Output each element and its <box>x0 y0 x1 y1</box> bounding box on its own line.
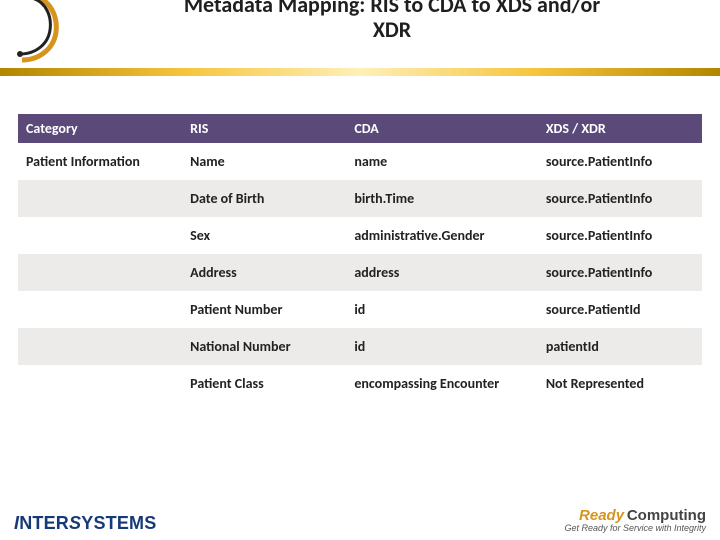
cell-xds: source.PatientId <box>538 291 702 328</box>
cell-ris: Address <box>182 254 346 291</box>
th-xds: XDS / XDR <box>538 114 702 143</box>
cell-category <box>18 291 182 328</box>
mapping-table: Category RIS CDA XDS / XDR Patient Infor… <box>18 114 702 402</box>
footer-left-brand: INTERSYSTEMS <box>14 513 156 534</box>
th-ris: RIS <box>182 114 346 143</box>
cell-cda: encompassing Encounter <box>346 365 538 402</box>
footer-right-tagline: Get Ready for Service with Integrity <box>564 524 706 534</box>
cell-xds: source.PatientInfo <box>538 217 702 254</box>
cell-category <box>18 328 182 365</box>
cell-category <box>18 217 182 254</box>
table-row: National NumberidpatientId <box>18 328 702 365</box>
cell-cda: id <box>346 291 538 328</box>
cell-ris: Date of Birth <box>182 180 346 217</box>
slide-footer: INTERSYSTEMS Ready Computing Get Ready f… <box>0 496 720 540</box>
slide-header: Metadata Mapping: RIS to CDA to XDS and/… <box>0 0 720 78</box>
cell-category: Patient Information <box>18 143 182 180</box>
slide-logo-icon <box>4 0 64 66</box>
th-cda: CDA <box>346 114 538 143</box>
divider-bar <box>0 68 720 76</box>
cell-ris: Patient Class <box>182 365 346 402</box>
cell-category <box>18 365 182 402</box>
table-row: Addressaddresssource.PatientInfo <box>18 254 702 291</box>
th-category: Category <box>18 114 182 143</box>
table-row: Patient Numberidsource.PatientId <box>18 291 702 328</box>
cell-xds: source.PatientInfo <box>538 143 702 180</box>
cell-ris: Patient Number <box>182 291 346 328</box>
footer-right-brand: Ready Computing Get Ready for Service wi… <box>564 508 706 534</box>
slide-title-line1: Metadata Mapping: RIS to CDA to XDS and/… <box>64 0 720 17</box>
cell-cda: administrative.Gender <box>346 217 538 254</box>
cell-ris: National Number <box>182 328 346 365</box>
cell-category <box>18 180 182 217</box>
cell-cda: name <box>346 143 538 180</box>
cell-cda: id <box>346 328 538 365</box>
footer-right-brand-word2: Computing <box>627 507 706 524</box>
table-row: Patient Classencompassing EncounterNot R… <box>18 365 702 402</box>
cell-cda: birth.Time <box>346 180 538 217</box>
cell-xds: Not Represented <box>538 365 702 402</box>
footer-right-brand-word1: Ready <box>579 507 624 524</box>
cell-cda: address <box>346 254 538 291</box>
slide-title: Metadata Mapping: RIS to CDA to XDS and/… <box>64 0 720 78</box>
table-row: Sexadministrative.Gendersource.PatientIn… <box>18 217 702 254</box>
cell-xds: source.PatientInfo <box>538 180 702 217</box>
cell-xds: patientId <box>538 328 702 365</box>
cell-category <box>18 254 182 291</box>
cell-ris: Name <box>182 143 346 180</box>
cell-xds: source.PatientInfo <box>538 254 702 291</box>
table-row: Patient InformationNamenamesource.Patien… <box>18 143 702 180</box>
table-header-row: Category RIS CDA XDS / XDR <box>18 114 702 143</box>
table-row: Date of Birthbirth.Timesource.PatientInf… <box>18 180 702 217</box>
slide-title-line2: XDR <box>64 17 720 42</box>
cell-ris: Sex <box>182 217 346 254</box>
